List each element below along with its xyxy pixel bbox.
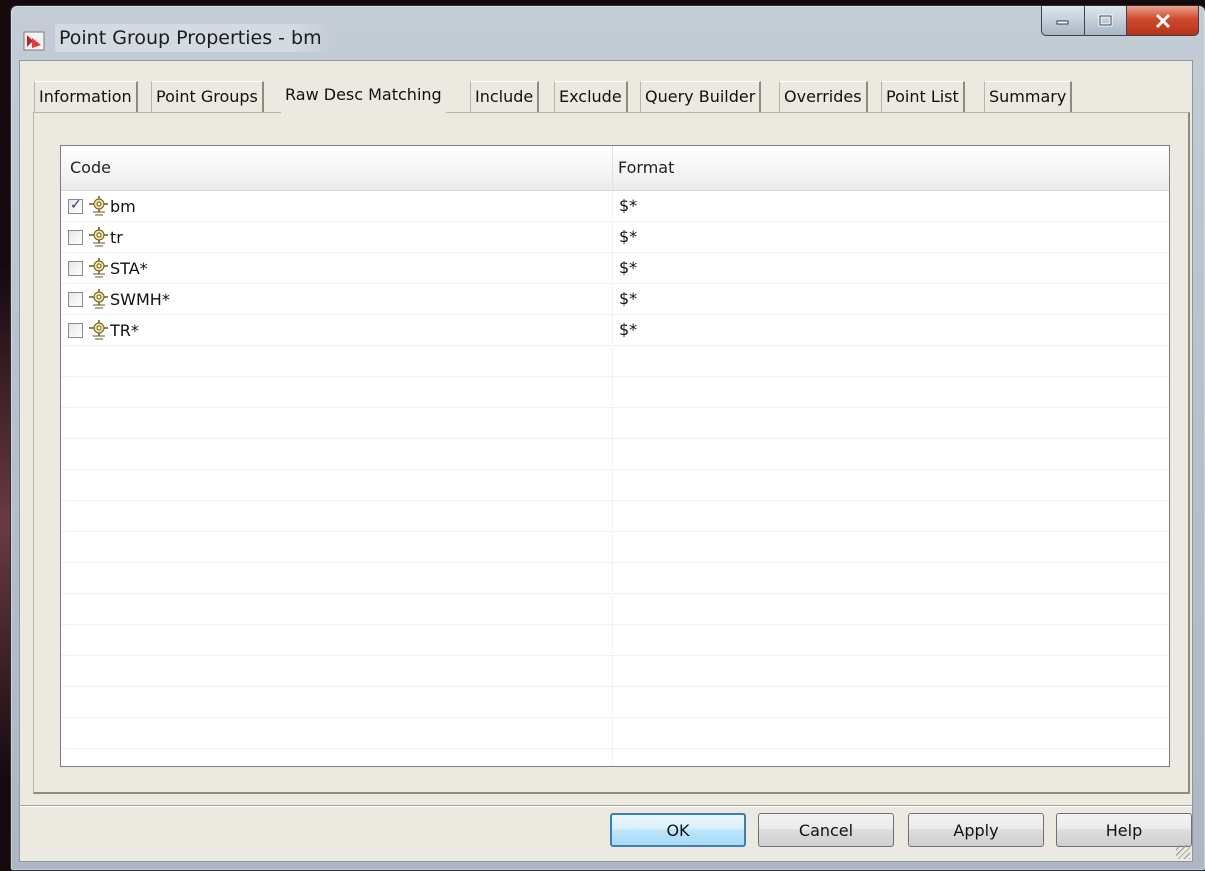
- help-button[interactable]: Help: [1056, 813, 1192, 847]
- row-checkbox[interactable]: [68, 291, 83, 307]
- row-checkbox[interactable]: [68, 260, 83, 276]
- column-header-format[interactable]: Format: [618, 158, 674, 177]
- list-rows: bm $* tr $*: [61, 191, 1169, 766]
- empty-row: [61, 563, 1169, 594]
- raw-desc-matching-panel: Code Format bm $*: [33, 112, 1190, 794]
- cancel-button[interactable]: Cancel: [758, 813, 894, 847]
- list-header: Code Format: [61, 146, 1169, 191]
- empty-row: [61, 594, 1169, 625]
- caption-buttons: [1041, 6, 1199, 36]
- empty-row: [61, 749, 1169, 766]
- resize-grip[interactable]: [1176, 845, 1190, 859]
- row-code-text: STA*: [110, 258, 148, 278]
- empty-row: [61, 470, 1169, 501]
- empty-row: [61, 656, 1169, 687]
- empty-row: [61, 625, 1169, 656]
- code-cell: tr: [68, 226, 123, 248]
- tab-query-builder[interactable]: Query Builder: [640, 81, 762, 113]
- row-checkbox[interactable]: [68, 197, 83, 214]
- row-code-text: tr: [110, 227, 123, 247]
- row-checkbox[interactable]: [68, 322, 83, 338]
- window-title: Point Group Properties - bm: [55, 24, 332, 52]
- empty-row: [61, 439, 1169, 470]
- empty-row: [61, 501, 1169, 532]
- code-cell: TR*: [68, 319, 139, 341]
- civil3d-app-icon: [23, 31, 45, 51]
- empty-row: [61, 532, 1169, 563]
- apply-button[interactable]: Apply: [908, 813, 1044, 847]
- tab-point-list[interactable]: Point List: [881, 81, 965, 113]
- tab-exclude[interactable]: Exclude: [554, 81, 628, 113]
- list-row[interactable]: STA* $*: [61, 253, 1169, 284]
- tab-include[interactable]: Include: [470, 81, 540, 113]
- code-cell: SWMH*: [68, 288, 170, 310]
- maximize-button[interactable]: [1085, 6, 1127, 36]
- tab-raw-desc-matching[interactable]: Raw Desc Matching: [281, 77, 446, 115]
- row-format-text: $*: [619, 289, 638, 308]
- title-bar[interactable]: Point Group Properties - bm: [11, 6, 1205, 60]
- dialog-client-area: Information Point Groups Raw Desc Matchi…: [19, 60, 1193, 862]
- list-row[interactable]: tr $*: [61, 222, 1169, 253]
- row-code-text: SWMH*: [110, 289, 170, 309]
- code-cell: STA*: [68, 257, 148, 279]
- raw-description-key-icon: [89, 196, 108, 216]
- empty-row: [61, 377, 1169, 408]
- raw-desc-list[interactable]: Code Format bm $*: [60, 145, 1170, 767]
- empty-row: [61, 408, 1169, 439]
- code-cell: bm: [68, 195, 136, 217]
- raw-description-key-icon: [89, 320, 108, 340]
- row-checkbox[interactable]: [68, 229, 83, 245]
- tab-summary[interactable]: Summary: [984, 81, 1073, 113]
- empty-row: [61, 346, 1169, 377]
- row-format-text: $*: [619, 227, 638, 246]
- list-row[interactable]: bm $*: [61, 191, 1169, 222]
- tab-overrides[interactable]: Overrides: [779, 81, 868, 113]
- row-code-text: TR*: [110, 320, 139, 340]
- list-row[interactable]: TR* $*: [61, 315, 1169, 346]
- empty-row: [61, 718, 1169, 749]
- column-header-code[interactable]: Code: [70, 158, 111, 177]
- point-group-properties-window: Point Group Properties - bm Information …: [10, 5, 1205, 871]
- raw-description-key-icon: [89, 227, 108, 247]
- minimize-button[interactable]: [1041, 6, 1085, 36]
- button-area-separator: [20, 805, 1192, 807]
- row-format-text: $*: [619, 196, 638, 215]
- ok-button[interactable]: OK: [610, 813, 746, 847]
- row-format-text: $*: [619, 320, 638, 339]
- raw-description-key-icon: [89, 289, 108, 309]
- maximize-icon: [1098, 14, 1112, 26]
- minimize-icon: [1056, 20, 1069, 24]
- tab-point-groups[interactable]: Point Groups: [151, 81, 264, 113]
- row-code-text: bm: [110, 196, 136, 216]
- close-icon: [1155, 13, 1170, 28]
- row-format-text: $*: [619, 258, 638, 277]
- list-row[interactable]: SWMH* $*: [61, 284, 1169, 315]
- close-button[interactable]: [1127, 6, 1199, 36]
- column-divider[interactable]: [612, 146, 613, 190]
- empty-row: [61, 687, 1169, 718]
- raw-description-key-icon: [89, 258, 108, 278]
- tab-information[interactable]: Information: [34, 81, 138, 113]
